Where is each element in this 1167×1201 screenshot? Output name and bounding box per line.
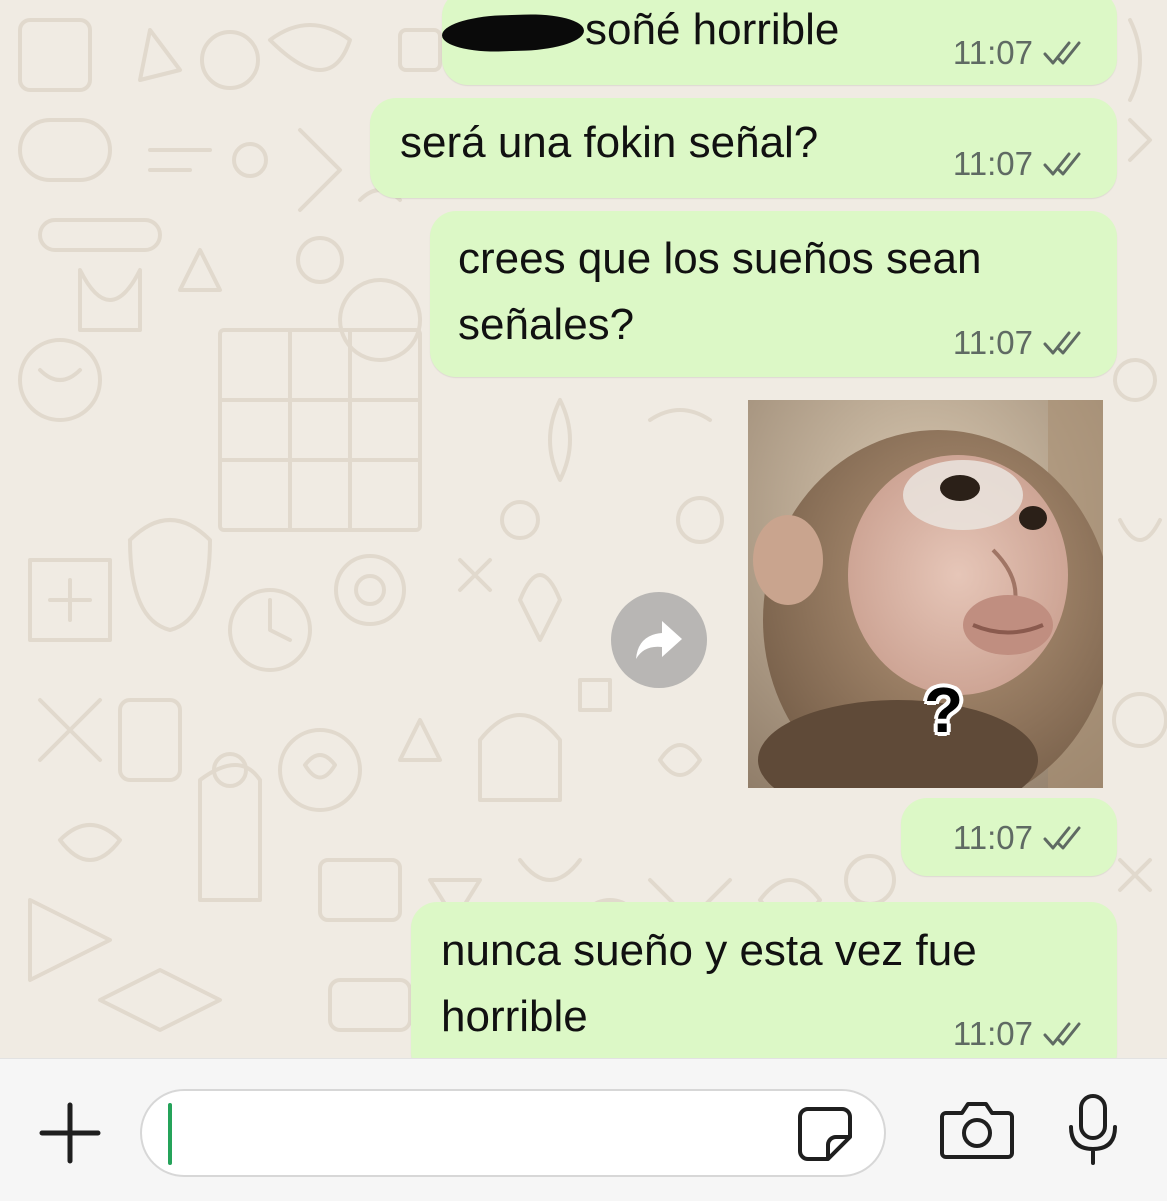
forward-arrow-icon <box>636 621 682 659</box>
read-receipt-icon <box>1043 41 1081 65</box>
message-meta: 11:07 <box>953 323 1087 363</box>
chat-area[interactable]: soñé horrible 11:07 será una fokin señal… <box>0 0 1167 1058</box>
outgoing-message[interactable]: soñé horrible 11:07 <box>441 0 1117 85</box>
message-time: 11:07 <box>952 1015 1033 1052</box>
message-meta: 11:07 <box>953 33 1087 73</box>
message-time: 11:07 <box>952 324 1033 361</box>
read-receipt-icon <box>1043 331 1081 355</box>
redacted-name <box>441 12 585 54</box>
read-receipt-icon <box>1043 1022 1081 1046</box>
sticker-caption: ? <box>924 674 964 746</box>
outgoing-message[interactable]: nunca sueño y esta vez fue horrible 11:0… <box>411 902 1117 1058</box>
sticker-timestamp-bubble: 11:07 <box>901 798 1117 876</box>
read-receipt-icon <box>1043 152 1081 176</box>
message-composer <box>0 1058 1167 1201</box>
message-time: 11:07 <box>952 34 1033 71</box>
message-text: será una fokin señal? <box>400 118 819 167</box>
text-caret <box>168 1103 172 1165</box>
outgoing-message[interactable]: crees que los sueños sean señales? 11:07 <box>430 211 1117 377</box>
sticker-icon[interactable] <box>796 1105 854 1163</box>
camera-icon[interactable] <box>940 1099 1014 1161</box>
monkey-question-sticker[interactable]: ? <box>748 400 1103 788</box>
message-input[interactable] <box>178 1091 782 1177</box>
message-meta: 11:07 <box>953 144 1087 184</box>
message-time: 11:07 <box>952 819 1033 856</box>
message-text: soñé horrible <box>585 5 840 54</box>
plus-icon[interactable] <box>38 1101 102 1165</box>
microphone-icon[interactable] <box>1064 1093 1122 1167</box>
message-meta: 11:07 <box>953 1014 1087 1054</box>
read-receipt-icon <box>1043 826 1081 850</box>
message-meta: 11:07 <box>953 818 1087 858</box>
forward-button[interactable] <box>611 592 707 688</box>
outgoing-message[interactable]: será una fokin señal? 11:07 <box>370 98 1117 198</box>
message-time: 11:07 <box>952 145 1033 182</box>
message-input-field[interactable] <box>140 1089 886 1177</box>
